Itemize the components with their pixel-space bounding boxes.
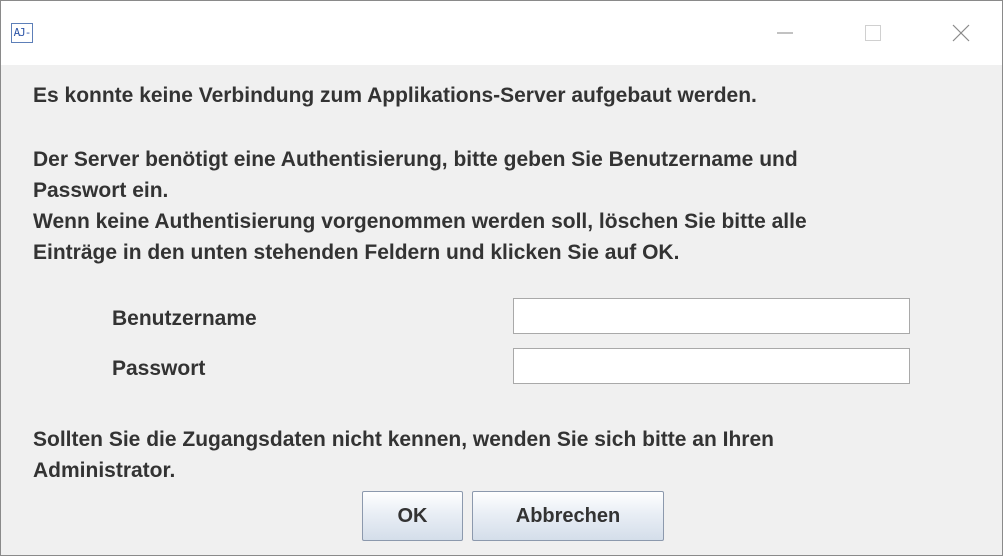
username-label: Benutzername: [112, 307, 257, 330]
maximize-icon: [865, 25, 881, 41]
dialog-content: Es konnte keine Verbindung zum Applikati…: [1, 65, 1002, 555]
title-bar[interactable]: AJ-: [1, 1, 1002, 65]
minimize-button[interactable]: [753, 1, 817, 65]
username-input[interactable]: [513, 298, 910, 334]
maximize-button[interactable]: [841, 1, 905, 65]
close-icon: [952, 24, 970, 42]
ok-button[interactable]: OK: [362, 491, 463, 541]
close-button[interactable]: [929, 1, 993, 65]
password-input[interactable]: [513, 348, 910, 384]
connection-error-message: Es konnte keine Verbindung zum Applikati…: [33, 84, 757, 107]
cancel-button[interactable]: Abbrechen: [472, 491, 664, 541]
app-icon: AJ-: [11, 23, 33, 43]
administrator-hint-message: Sollten Sie die Zugangsdaten nicht kenne…: [33, 428, 774, 482]
auth-dialog-window: AJ- Es konnte keine Verbindung zum Appli…: [0, 0, 1003, 556]
minimize-icon: [777, 32, 793, 34]
password-label: Passwort: [112, 357, 206, 380]
authentication-info-message: Der Server benötigt eine Authentisierung…: [33, 148, 807, 264]
